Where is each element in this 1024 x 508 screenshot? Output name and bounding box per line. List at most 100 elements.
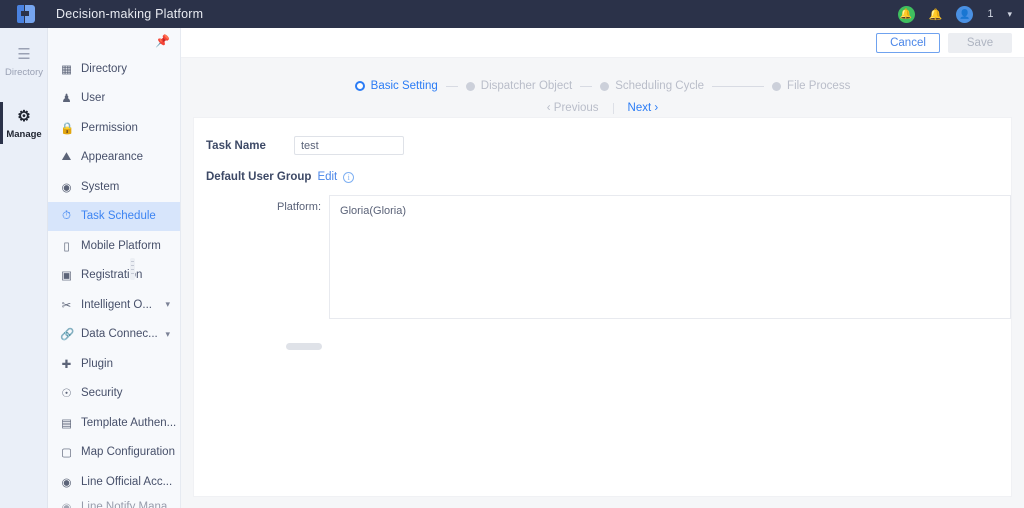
sidebar-item-label: Security — [81, 387, 123, 400]
sidebar-item-system[interactable]: ◉ System — [48, 172, 180, 202]
sidebar-item-label: Directory — [81, 62, 128, 75]
template-icon: ▤ — [61, 417, 72, 430]
main-content: Cancel Save Basic Setting Dispatcher Obj… — [181, 28, 1024, 508]
sidebar-item-security[interactable]: ☉ Security — [48, 379, 180, 409]
platform-logo-icon[interactable] — [0, 0, 52, 28]
sidebar-item-registration[interactable]: ▣ Registration — [48, 261, 180, 291]
sidebar-item-mobile-platform[interactable]: ▯ Mobile Platform — [48, 231, 180, 261]
sidebar-item-label: Data Connec... — [81, 328, 158, 341]
sidebar-item-label: Line Notify Mana... — [81, 500, 177, 508]
sidebar-item-intelligent-operation[interactable]: ✂ Intelligent O... ▾ — [48, 290, 180, 320]
sidebar-item-data-connection[interactable]: 🔗 Data Connec... ▾ — [48, 320, 180, 350]
edit-link[interactable]: Edit — [317, 171, 337, 183]
mobile-icon: ▯ — [63, 240, 70, 253]
pin-off-icon[interactable]: 📌 — [155, 34, 170, 48]
plugin-icon: ✚ — [61, 358, 72, 371]
shield-icon: ☉ — [61, 388, 72, 401]
chevron-down-icon[interactable]: ▾ — [1007, 9, 1012, 20]
rail-item-directory[interactable]: ☰ Directory — [0, 36, 48, 86]
previous-label: Previous — [553, 102, 599, 114]
step-label: Scheduling Cycle — [615, 80, 705, 92]
bell-filled-icon[interactable]: 🔔 — [897, 5, 915, 23]
step-dot-icon — [772, 81, 782, 91]
save-button[interactable]: Save — [948, 32, 1012, 53]
platform-row: Platform: Gloria(Gloria) — [194, 183, 1011, 319]
user-avatar-icon[interactable]: 👤 — [956, 5, 974, 23]
brush-icon: ⛰ — [61, 150, 72, 163]
action-toolbar: Cancel Save — [181, 28, 1024, 58]
sidebar-item-user[interactable]: ♟ User — [48, 84, 180, 114]
wizard-pagination: ‹ Previous Next › — [181, 102, 1024, 114]
sidebar-item-line-notify-manage[interactable]: ◉ Line Notify Mana... — [48, 497, 180, 508]
step-dot-icon — [600, 81, 610, 91]
sidebar-pin-row: 📌 — [48, 28, 180, 54]
sidebar-item-label: Appearance — [81, 151, 144, 164]
book-icon: ▦ — [61, 63, 72, 76]
wizard-stepper: Basic Setting Dispatcher Object Scheduli… — [181, 80, 1024, 92]
rail-item-manage[interactable]: ⚙ Manage — [0, 98, 48, 148]
link-icon: 🔗 — [60, 329, 75, 342]
sidebar-item-label: Plugin — [81, 357, 113, 370]
sidebar-item-label: Map Configuration — [81, 446, 175, 459]
lock-icon: 🔒 — [60, 122, 75, 135]
sidebar-item-label: Permission — [81, 121, 138, 134]
user-count: 1 — [987, 8, 994, 20]
sidebar-item-plugin[interactable]: ✚ Plugin — [48, 349, 180, 379]
sidebar-item-appearance[interactable]: ⛰ Appearance — [48, 143, 180, 173]
info-icon[interactable]: i — [343, 171, 355, 183]
app-header: Decision-making Platform 🔔 🔔 👤 1 ▾ — [0, 0, 1024, 28]
step-dispatcher-object[interactable]: Dispatcher Object — [465, 80, 573, 92]
sidebar-nav: 📌 ▦ Directory ♟ User 🔒 Permission ⛰ Appe… — [48, 28, 181, 508]
sidebar-item-label: System — [81, 180, 120, 193]
cancel-button[interactable]: Cancel — [876, 32, 940, 53]
rail-item-label: Manage — [6, 129, 42, 140]
sidebar-item-label: Template Authen... — [81, 416, 177, 429]
page-title: Decision-making Platform — [56, 7, 204, 21]
sidebar-item-label: Line Official Acc... — [81, 475, 173, 488]
settings-icon: ◉ — [61, 181, 72, 194]
chevron-right-icon: › — [654, 102, 659, 114]
task-name-input[interactable] — [294, 136, 404, 155]
previous-button[interactable]: ‹ Previous — [533, 102, 613, 114]
sidebar-item-template-authentication[interactable]: ▤ Template Authen... — [48, 408, 180, 438]
line-notify-icon: ◉ — [61, 501, 72, 508]
horizontal-scrollbar-thumb[interactable] — [286, 343, 322, 350]
bell-icon[interactable]: 🔔 — [929, 8, 943, 21]
sidebar-item-directory[interactable]: ▦ Directory — [48, 54, 180, 84]
step-connector — [580, 85, 593, 87]
sidebar-item-label: User — [81, 92, 106, 105]
sidebar-item-task-schedule[interactable]: ⏱ Task Schedule — [48, 201, 180, 231]
sidebar-item-label: Intelligent O... — [81, 298, 152, 311]
scissors-icon: ✂ — [61, 299, 72, 312]
step-basic-setting[interactable]: Basic Setting — [354, 80, 438, 92]
app-root: Decision-making Platform 🔔 🔔 👤 1 ▾ ☰ Dir… — [0, 0, 1024, 508]
step-connector — [445, 85, 458, 87]
gear-icon: ⚙ — [17, 108, 31, 125]
rail-item-label: Directory — [4, 67, 43, 78]
list-icon: ☰ — [17, 46, 31, 63]
platform-value: Gloria(Gloria) — [340, 205, 407, 217]
chevron-down-icon[interactable]: ▾ — [165, 299, 170, 310]
default-user-group-label: Default User Group — [206, 171, 312, 183]
sidebar-item-label: Task Schedule — [81, 210, 156, 223]
sidebar-item-map-configuration[interactable]: ▢ Map Configuration — [48, 438, 180, 468]
next-button[interactable]: Next › — [614, 102, 673, 114]
registration-icon: ▣ — [61, 270, 72, 283]
user-icon: ♟ — [61, 93, 72, 106]
chevron-left-icon: ‹ — [546, 102, 551, 114]
chevron-down-icon[interactable]: ▾ — [165, 329, 170, 340]
next-label: Next — [627, 102, 652, 114]
step-label: Dispatcher Object — [480, 80, 573, 92]
sidebar-item-permission[interactable]: 🔒 Permission — [48, 113, 180, 143]
sidebar-resize-handle[interactable] — [130, 258, 135, 280]
default-user-group-row: Default User Group Edit i — [194, 155, 1011, 183]
platform-panel[interactable]: Gloria(Gloria) — [329, 195, 1011, 319]
clock-icon: ⏱ — [62, 209, 71, 222]
task-name-label: Task Name — [206, 139, 266, 152]
header-actions: 🔔 🔔 👤 1 ▾ — [897, 5, 1024, 23]
step-file-process[interactable]: File Process — [772, 80, 850, 92]
step-label: File Process — [787, 80, 851, 92]
form-card: Task Name Default User Group Edit i Plat… — [193, 117, 1012, 497]
step-scheduling-cycle[interactable]: Scheduling Cycle — [600, 80, 704, 92]
sidebar-item-line-official-account[interactable]: ◉ Line Official Acc... — [48, 467, 180, 497]
